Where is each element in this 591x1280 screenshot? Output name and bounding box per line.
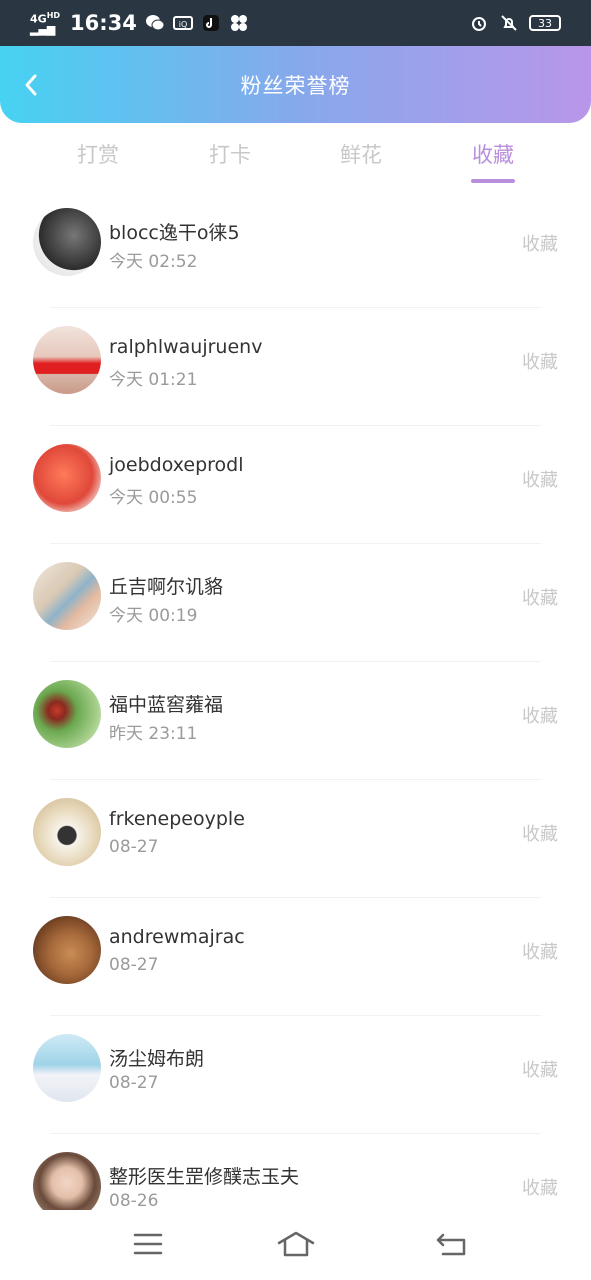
wechat-icon — [145, 14, 165, 32]
timestamp: 昨天 23:11 — [109, 724, 198, 744]
timestamp: 08-26 — [109, 1191, 159, 1211]
timestamp: 今天 01:21 — [109, 370, 198, 390]
home-icon — [277, 1231, 315, 1257]
avatar[interactable] — [33, 680, 101, 748]
tab-label: 打赏 — [77, 143, 119, 167]
action-label: 收藏 — [522, 1178, 558, 1199]
tab-bar: 打赏 打卡 鲜花 收藏 — [0, 133, 591, 187]
tab-label: 鲜花 — [340, 143, 382, 167]
list-item[interactable]: frkenepeoyple 08-27 收藏 — [0, 780, 591, 898]
list-item[interactable]: 福中蓝窖蕹福 昨天 23:11 收藏 — [0, 662, 591, 780]
list-item[interactable]: joebdoxeprodl 今天 00:55 收藏 — [0, 426, 591, 544]
timestamp: 08-27 — [109, 837, 159, 857]
mute-icon — [499, 14, 519, 32]
svg-text:iQ: iQ — [179, 20, 188, 29]
list-item[interactable]: andrewmajrac 08-27 收藏 — [0, 898, 591, 1016]
action-label: 收藏 — [522, 1060, 558, 1081]
tab-flowers[interactable]: 鲜花 — [321, 133, 401, 187]
action-label: 收藏 — [522, 942, 558, 963]
timestamp: 今天 02:52 — [109, 252, 198, 272]
action-label: 收藏 — [522, 706, 558, 727]
user-name: 整形医生罡修醭志玉夫 — [109, 1166, 300, 1188]
user-name: andrewmajrac — [109, 926, 245, 948]
action-label: 收藏 — [522, 234, 558, 255]
avatar[interactable] — [33, 208, 101, 276]
user-name: joebdoxeprodl — [109, 454, 244, 476]
title-bar: 粉丝荣誉榜 — [0, 46, 591, 123]
list-item[interactable]: 汤尘姆布朗 08-27 收藏 — [0, 1016, 591, 1134]
timestamp: 今天 00:55 — [109, 488, 198, 508]
fan-list: blocc逸干o徕5 今天 02:52 收藏 ralphlwaujruenv 今… — [0, 190, 591, 1252]
timestamp: 08-27 — [109, 1073, 159, 1093]
tab-favorites[interactable]: 收藏 — [453, 133, 533, 187]
avatar[interactable] — [33, 444, 101, 512]
chevron-left-icon — [25, 74, 37, 96]
tab-reward[interactable]: 打赏 — [58, 133, 138, 187]
action-label: 收藏 — [522, 352, 558, 373]
tiktok-icon — [201, 14, 221, 32]
back-button[interactable] — [18, 70, 44, 100]
tab-label: 收藏 — [472, 143, 514, 167]
header-background: 4GHD ▂▄▆ 16:34 iQ 33 粉丝荣誉榜 — [0, 0, 591, 123]
app-icon — [229, 14, 249, 32]
user-name: 福中蓝窖蕹福 — [109, 694, 224, 716]
status-time: 16:34 — [70, 11, 137, 35]
battery-indicator: 33 — [529, 15, 561, 31]
back-nav-button[interactable] — [432, 1226, 472, 1262]
status-bar: 4GHD ▂▄▆ 16:34 iQ 33 — [0, 0, 591, 46]
timestamp: 今天 00:19 — [109, 606, 198, 626]
page-title: 粉丝荣誉榜 — [240, 73, 351, 98]
menu-button[interactable] — [128, 1226, 168, 1262]
tab-label: 打卡 — [209, 143, 251, 167]
user-name: frkenepeoyple — [109, 808, 245, 830]
avatar[interactable] — [33, 798, 101, 866]
action-label: 收藏 — [522, 470, 558, 491]
user-name: ralphlwaujruenv — [109, 336, 263, 358]
avatar[interactable] — [33, 562, 101, 630]
avatar[interactable] — [33, 916, 101, 984]
timestamp: 08-27 — [109, 955, 159, 975]
list-item[interactable]: ralphlwaujruenv 今天 01:21 收藏 — [0, 308, 591, 426]
iqiyi-icon: iQ — [172, 14, 193, 32]
user-name: 汤尘姆布朗 — [109, 1048, 205, 1070]
signal-icon: 4GHD ▂▄▆ — [30, 11, 61, 36]
avatar[interactable] — [33, 326, 101, 394]
back-icon — [436, 1233, 466, 1256]
menu-icon — [133, 1233, 163, 1255]
tab-checkin[interactable]: 打卡 — [190, 133, 270, 187]
action-label: 收藏 — [522, 588, 558, 609]
user-name: blocc逸干o徕5 — [109, 222, 240, 244]
avatar[interactable] — [33, 1034, 101, 1102]
list-item[interactable]: blocc逸干o徕5 今天 02:52 收藏 — [0, 190, 591, 308]
action-label: 收藏 — [522, 824, 558, 845]
system-nav-bar — [0, 1210, 591, 1280]
list-item[interactable]: 丘吉啊尔讥貉 今天 00:19 收藏 — [0, 544, 591, 662]
alarm-icon — [469, 14, 489, 32]
active-tab-indicator — [471, 179, 515, 183]
user-name: 丘吉啊尔讥貉 — [109, 576, 224, 598]
home-button[interactable] — [276, 1226, 316, 1262]
